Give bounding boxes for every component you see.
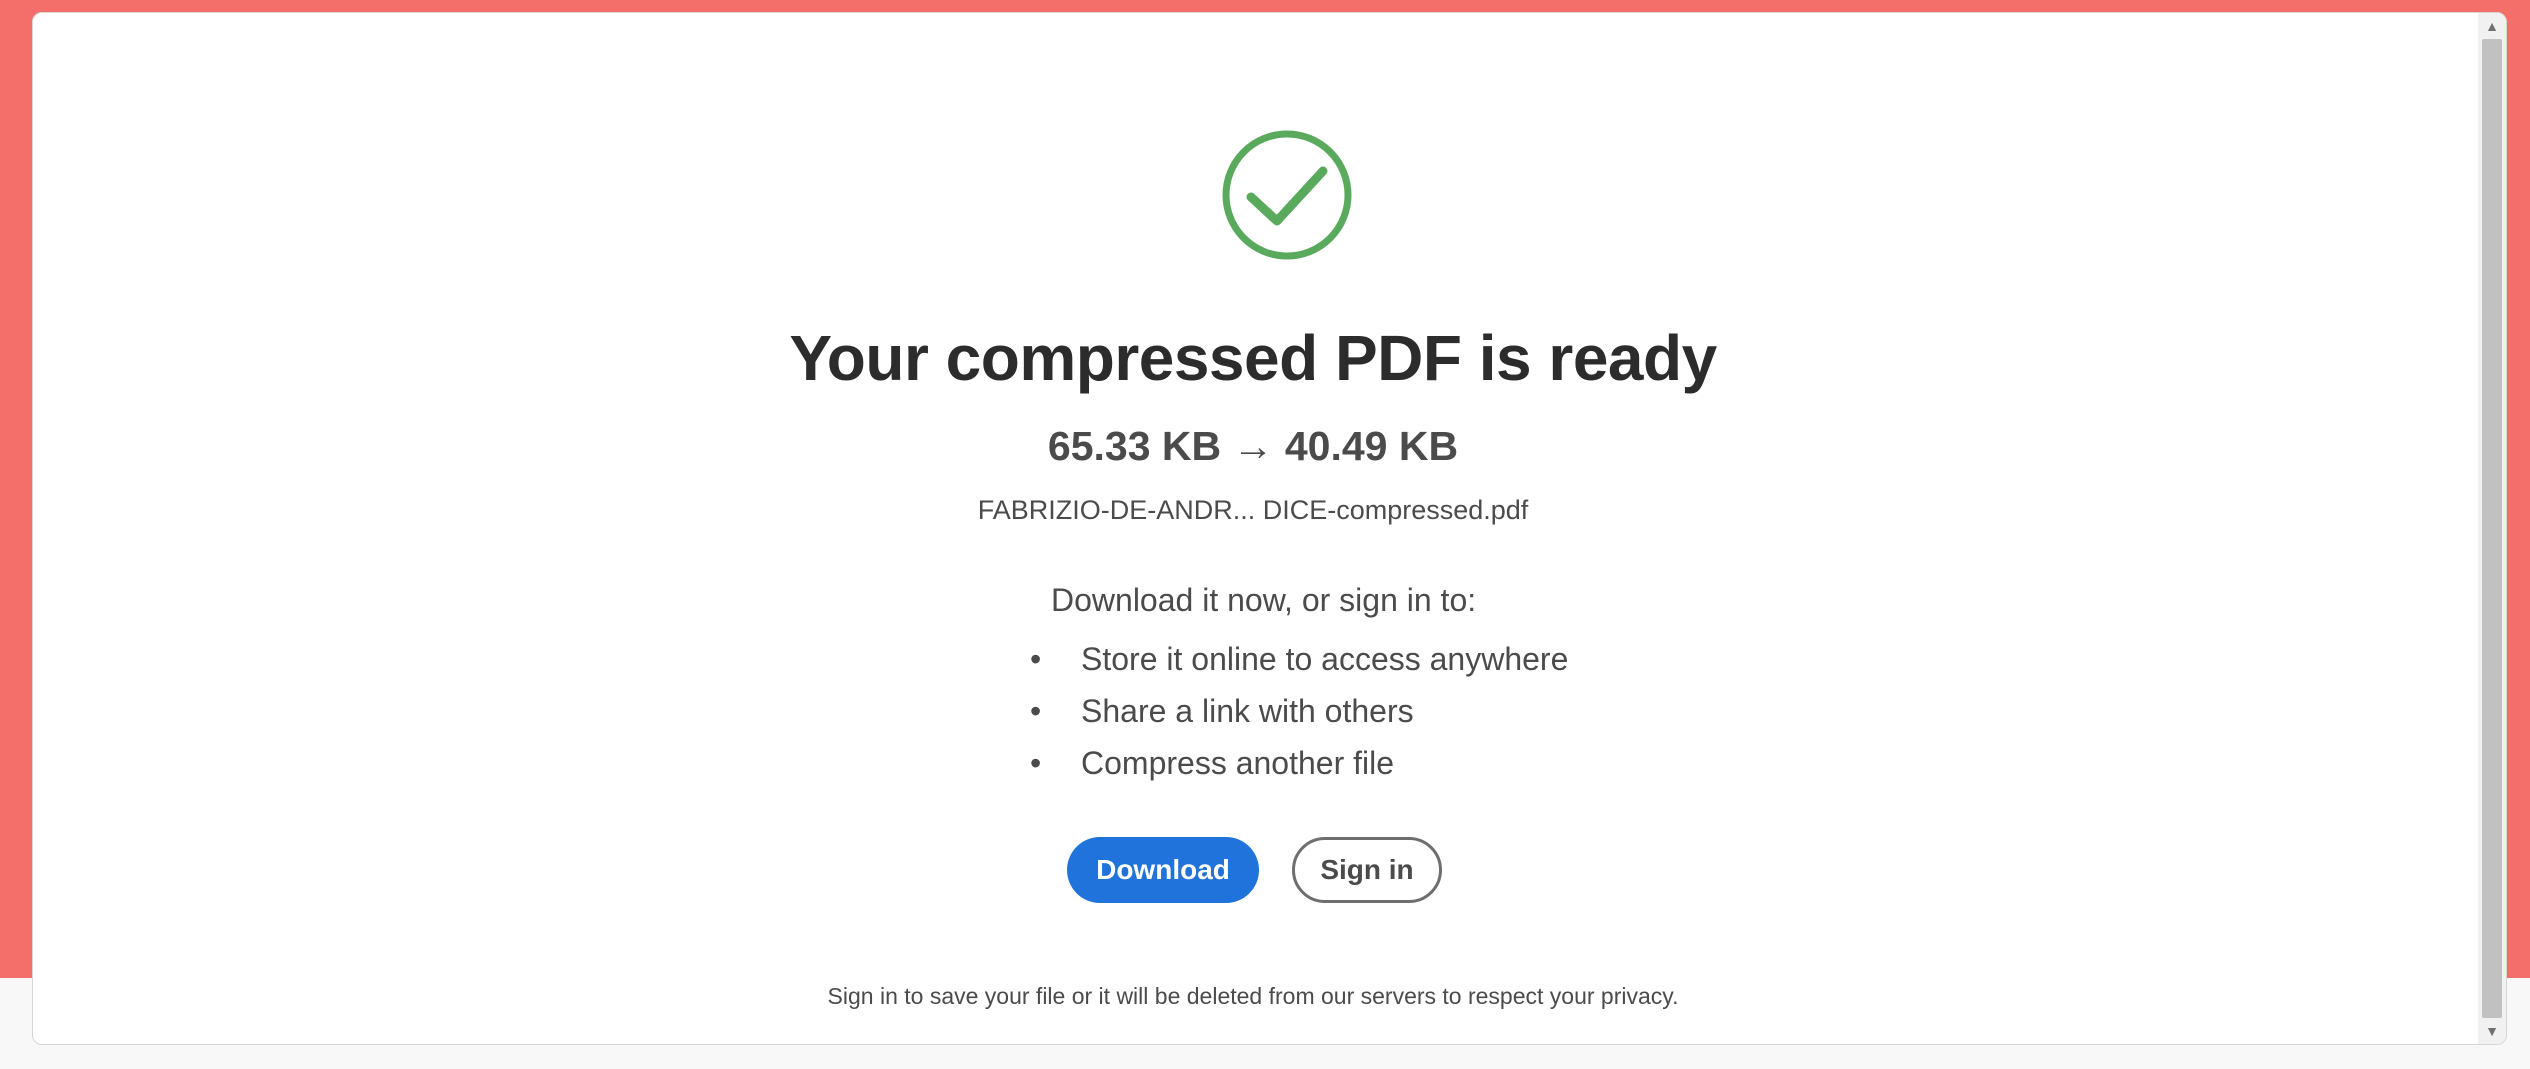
- list-item: • Share a link with others: [1030, 685, 1568, 737]
- page-title: Your compressed PDF is ready: [789, 322, 1717, 394]
- scrollbar-thumb[interactable]: [2482, 39, 2502, 1018]
- benefits-list: • Store it online to access anywhere • S…: [1030, 633, 1569, 789]
- list-item: • Store it online to access anywhere: [1030, 633, 1569, 685]
- bullet-icon: •: [1030, 693, 1042, 729]
- benefit-text: Store it online to access anywhere: [1081, 641, 1569, 677]
- sign-in-button[interactable]: Sign in: [1292, 837, 1442, 903]
- scroll-down-arrow-icon[interactable]: ▼: [2478, 1020, 2506, 1042]
- download-button[interactable]: Download: [1067, 837, 1259, 903]
- benefits-intro: Download it now, or sign in to:: [1051, 582, 1477, 618]
- dialog-content: Your compressed PDF is ready 65.33 KB → …: [33, 13, 2473, 1044]
- compress-result-dialog: Your compressed PDF is ready 65.33 KB → …: [32, 12, 2507, 1045]
- list-item: • Compress another file: [1030, 737, 1568, 789]
- benefit-text: Share a link with others: [1081, 693, 1414, 729]
- file-name: FABRIZIO-DE-ANDR... DICE-compressed.pdf: [977, 495, 1529, 525]
- checkmark-circle-icon: [1221, 129, 1353, 261]
- vertical-scrollbar[interactable]: ▲ ▼: [2478, 13, 2506, 1044]
- bullet-icon: •: [1030, 641, 1042, 677]
- privacy-notice: Sign in to save your file or it will be …: [827, 983, 1679, 1009]
- file-size-comparison: 65.33 KB → 40.49 KB: [1047, 423, 1459, 469]
- bullet-icon: •: [1030, 745, 1042, 781]
- scroll-up-arrow-icon[interactable]: ▲: [2478, 15, 2506, 37]
- benefit-text: Compress another file: [1081, 745, 1395, 781]
- action-buttons: Download Sign in: [1067, 837, 1442, 903]
